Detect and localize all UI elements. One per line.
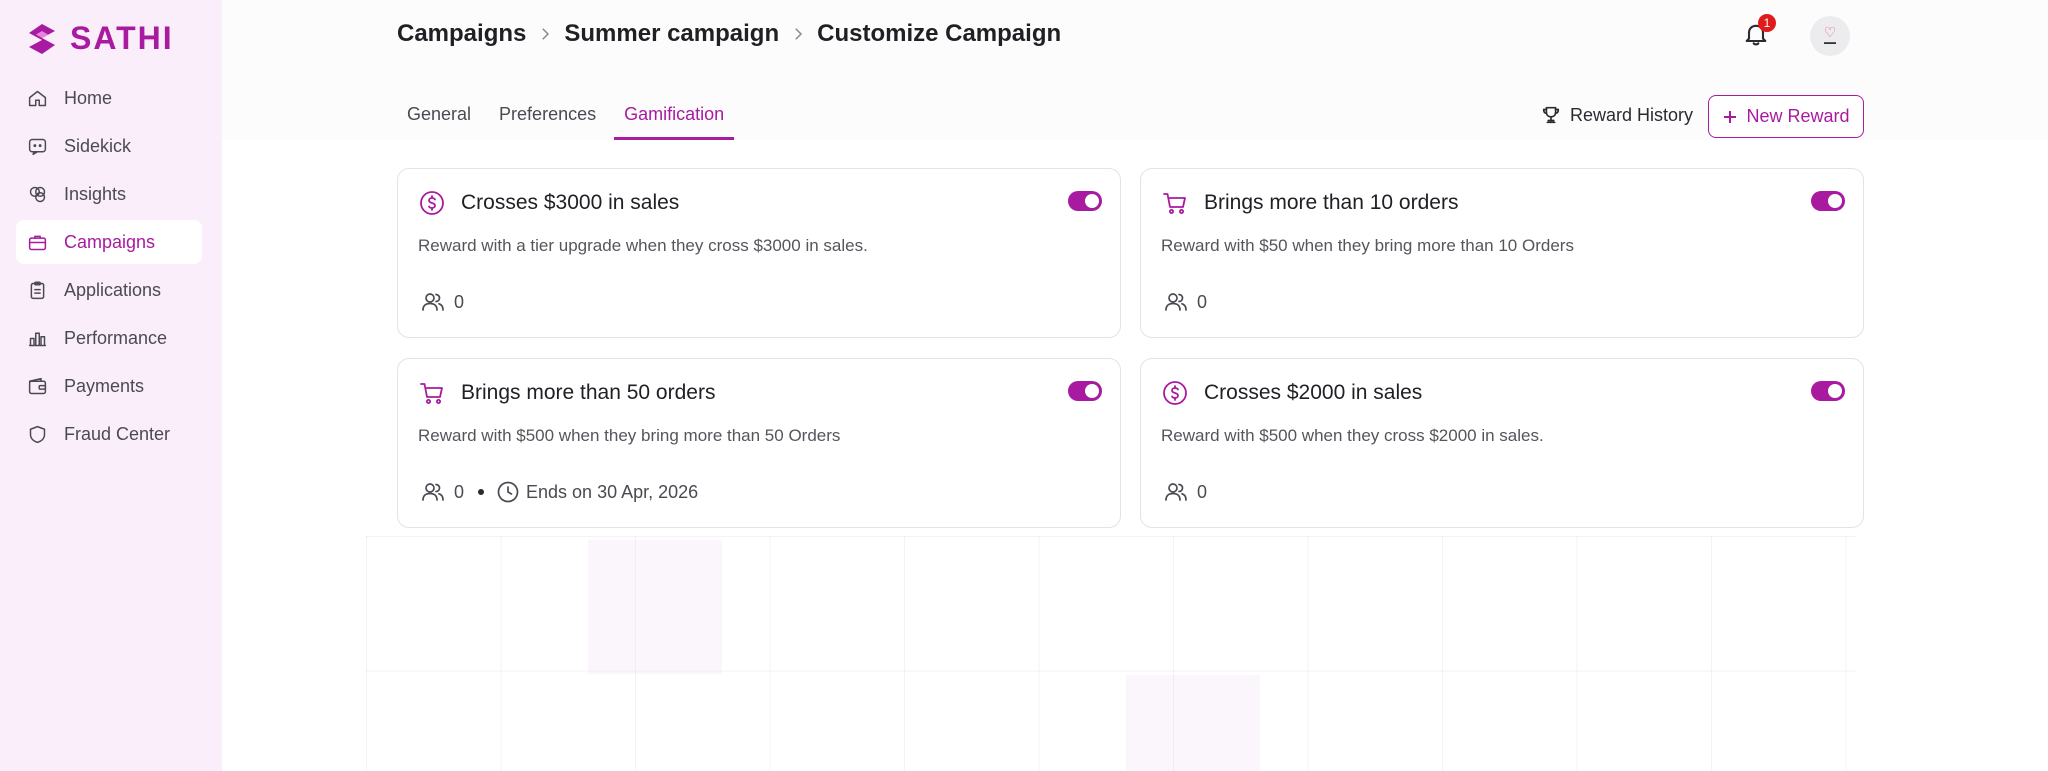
plus-icon: [1724, 110, 1737, 123]
breadcrumb-summer-campaign[interactable]: Summer campaign: [564, 20, 779, 48]
sidebar-item-home[interactable]: Home: [16, 76, 202, 120]
clock-icon: [497, 481, 519, 503]
cart-icon: [418, 379, 446, 407]
participant-count: 0: [1197, 481, 1208, 502]
reward-meta: 0 Ends on 30 Apr, 2026: [420, 479, 698, 505]
sidebar-item-label: Campaigns: [64, 231, 156, 252]
sidebar-item-performance[interactable]: Performance: [16, 316, 202, 360]
sidebar-item-label: Payments: [64, 375, 145, 396]
reward-enabled-toggle[interactable]: [1811, 381, 1845, 401]
app-name: SATHI: [70, 20, 174, 56]
avatar-brand-mark: ▬▬: [1824, 40, 1836, 46]
users-icon: [1165, 483, 1187, 501]
toggle-knob: [1085, 384, 1099, 398]
tab-preferences[interactable]: Preferences: [489, 96, 606, 140]
toggle-knob: [1828, 384, 1842, 398]
toggle-knob: [1828, 194, 1842, 208]
sidebar-nav: Home Sidekick Insights Campaigns Applica…: [16, 76, 202, 460]
reward-card[interactable]: Crosses $2000 in sales Reward with $500 …: [1140, 358, 1864, 528]
shield-icon: [26, 423, 48, 445]
reward-title: Crosses $3000 in sales: [461, 191, 680, 214]
reward-description: Reward with $500 when they cross $2000 i…: [1161, 426, 1544, 445]
reward-card[interactable]: Brings more than 50 orders Reward with $…: [397, 358, 1121, 528]
sidebar-item-campaigns[interactable]: Campaigns: [16, 220, 202, 264]
notification-badge: 1: [1758, 14, 1776, 32]
sidebar-item-label: Performance: [64, 327, 168, 348]
breadcrumb: Campaigns Summer campaign Customize Camp…: [397, 20, 1061, 48]
reward-enabled-toggle[interactable]: [1068, 191, 1102, 211]
heart-logo-icon: ♡: [1823, 24, 1837, 40]
avatar[interactable]: ♡ ▬▬: [1810, 16, 1850, 56]
sidebar-item-label: Applications: [64, 279, 162, 300]
separator-dot: [478, 489, 485, 495]
logo[interactable]: SATHI: [26, 20, 174, 57]
users-icon: [1165, 293, 1187, 311]
chat-icon: [26, 135, 48, 157]
reward-description: Reward with $50 when they bring more tha…: [1161, 236, 1574, 255]
page-title: Customize Campaign: [817, 20, 1062, 47]
dollar-circle-icon: [418, 189, 446, 217]
reward-card[interactable]: Brings more than 10 orders Reward with $…: [1140, 168, 1864, 338]
sidebar: SATHI Home Sidekick Insights Campaigns A…: [0, 0, 222, 771]
tab-general[interactable]: General: [397, 96, 481, 140]
tab-bar: General Preferences Gamification: [397, 96, 742, 140]
reward-history-button[interactable]: Reward History: [1540, 104, 1693, 126]
reward-meta: 0: [1163, 289, 1207, 315]
sidebar-item-label: Sidekick: [64, 135, 132, 156]
sidebar-item-sidekick[interactable]: Sidekick: [16, 124, 202, 168]
toggle-knob: [1085, 194, 1099, 208]
reward-card[interactable]: Crosses $3000 in sales Reward with a tie…: [397, 168, 1121, 338]
sidebar-item-label: Fraud Center: [64, 423, 171, 444]
reward-title: Brings more than 50 orders: [461, 381, 716, 404]
background-grid-cell: [1126, 675, 1260, 771]
dollar-circle-icon: [1161, 379, 1189, 407]
trophy-icon: [1542, 106, 1560, 124]
sathi-logo-icon: [29, 23, 55, 54]
sidebar-item-fraud-center[interactable]: Fraud Center: [16, 412, 202, 456]
new-reward-label: New Reward: [1746, 106, 1850, 126]
briefcase-icon: [26, 231, 48, 253]
bar-chart-icon: [26, 327, 48, 349]
reward-title: Brings more than 10 orders: [1204, 191, 1459, 214]
participant-count: 0: [454, 481, 465, 502]
users-icon: [422, 483, 444, 501]
reward-description: Reward with $500 when they bring more th…: [418, 426, 841, 445]
chevron-right-icon: [536, 25, 554, 43]
sidebar-item-applications[interactable]: Applications: [16, 268, 202, 312]
sidebar-item-label: Insights: [64, 183, 127, 204]
participant-count: 0: [454, 291, 465, 312]
new-reward-button[interactable]: New Reward: [1708, 95, 1864, 138]
reward-end-date: Ends on 30 Apr, 2026: [526, 481, 699, 502]
background-grid-cell: [588, 540, 722, 674]
chevron-right-icon: [789, 25, 807, 43]
sidebar-item-insights[interactable]: Insights: [16, 172, 202, 216]
reward-meta: 0: [1163, 479, 1207, 505]
reward-enabled-toggle[interactable]: [1811, 191, 1845, 211]
cart-icon: [1161, 189, 1189, 217]
participant-count: 0: [1197, 291, 1208, 312]
breadcrumb-campaigns[interactable]: Campaigns: [397, 20, 526, 48]
reward-title: Crosses $2000 in sales: [1204, 381, 1423, 404]
clipboard-icon: [26, 279, 48, 301]
reward-enabled-toggle[interactable]: [1068, 381, 1102, 401]
sidebar-item-label: Home: [64, 87, 113, 108]
reward-history-label: Reward History: [1570, 104, 1694, 125]
sidebar-item-payments[interactable]: Payments: [16, 364, 202, 408]
reward-description: Reward with a tier upgrade when they cro…: [418, 236, 868, 255]
insights-icon: [26, 183, 48, 205]
users-icon: [422, 293, 444, 311]
tab-gamification[interactable]: Gamification: [614, 96, 735, 140]
home-icon: [26, 87, 48, 109]
reward-meta: 0: [420, 289, 464, 315]
wallet-icon: [26, 375, 48, 397]
